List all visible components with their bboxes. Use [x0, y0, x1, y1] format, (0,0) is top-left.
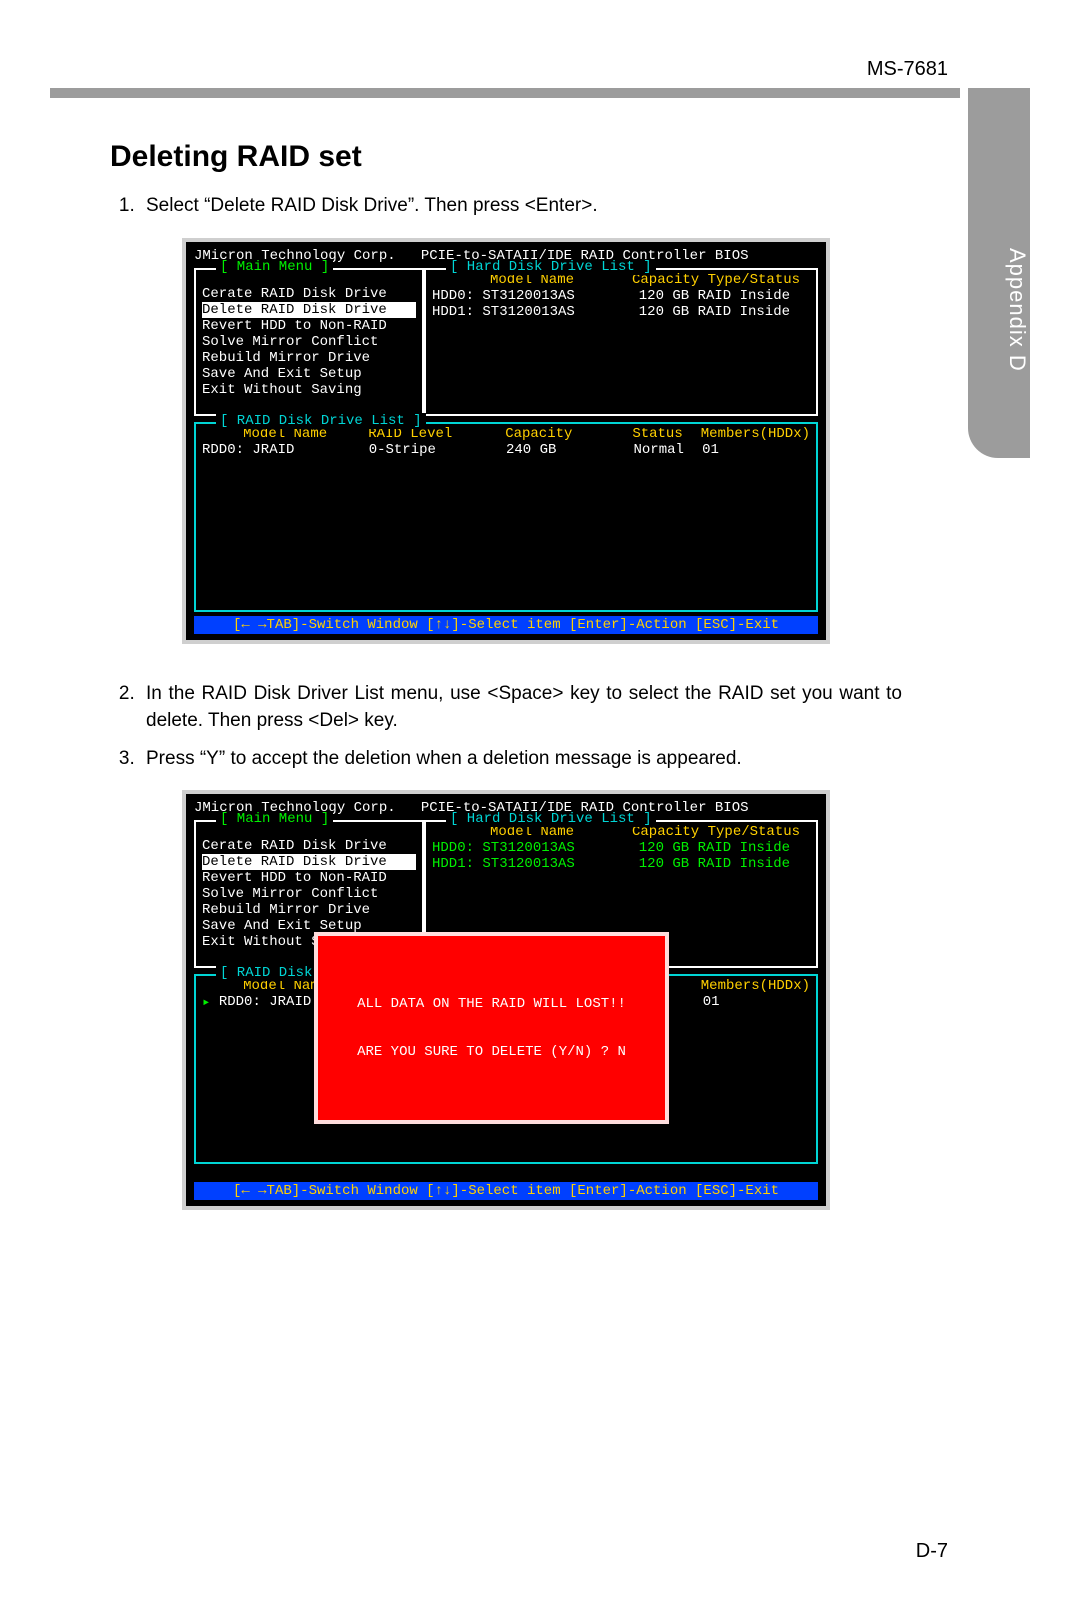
page-number: D-7 — [916, 1540, 948, 1563]
menu-item[interactable]: Save And Exit Setup — [202, 366, 416, 382]
menu-item[interactable]: Revert HDD to Non-RAID — [202, 318, 416, 334]
hdd-list-legend: [ Hard Disk Drive List ] — [446, 811, 656, 827]
appendix-tab: Appendix D — [968, 88, 1030, 458]
hdd-row-cap: 120 GB RAID Inside — [632, 856, 802, 872]
bios-screenshot-2: JMicron Technology Corp. PCIE-to-SATAII/… — [182, 790, 830, 1210]
hdd-row-model: HDD0: ST3120013AS — [432, 288, 632, 304]
helpbar: [← →TAB]-Switch Window [↑↓]-Select item … — [194, 616, 818, 634]
main-menu-panel: [ Main Menu ] Cerate RAID Disk Drive Del… — [194, 268, 424, 416]
doc-code: MS-7681 — [867, 58, 948, 81]
delete-confirm-dialog[interactable]: ALL DATA ON THE RAID WILL LOST!! ARE YOU… — [314, 932, 669, 1124]
step-2: In the RAID Disk Driver List menu, use <… — [140, 680, 902, 735]
raid-list-panel: [ RAID Disk Drive List ] Model Name RAID… — [194, 422, 818, 612]
select-arrow-icon: ▸ — [202, 994, 219, 1011]
raid-row-status: Normal — [633, 442, 702, 458]
raid-row-members: 01 — [702, 442, 810, 458]
confirm-line-1: ALL DATA ON THE RAID WILL LOST!! — [326, 996, 657, 1012]
menu-item[interactable]: Rebuild Mirror Drive — [202, 902, 416, 918]
menu-item[interactable]: Exit Without Saving — [202, 382, 416, 398]
raid-row-cap: 240 GB — [506, 442, 633, 458]
helpbar: [← →TAB]-Switch Window [↑↓]-Select item … — [194, 1182, 818, 1200]
hdd-row-cap: 120 GB RAID Inside — [632, 288, 802, 304]
hdd-row-cap: 120 GB RAID Inside — [632, 840, 802, 856]
hdd-row-cap: 120 GB RAID Inside — [632, 304, 802, 320]
step-1: Select “Delete RAID Disk Drive”. Then pr… — [140, 192, 902, 220]
hdd-row-model: HDD1: ST3120013AS — [432, 856, 632, 872]
menu-item[interactable]: Solve Mirror Conflict — [202, 886, 416, 902]
step-3: Press “Y” to accept the deletion when a … — [140, 745, 902, 773]
main-menu-legend: [ Main Menu ] — [216, 259, 333, 275]
menu-item-selected[interactable]: Delete RAID Disk Drive — [202, 854, 416, 870]
menu-item-selected[interactable]: Delete RAID Disk Drive — [202, 302, 416, 318]
hdd-list-legend: [ Hard Disk Drive List ] — [446, 259, 656, 275]
raid-h-members: Members(HDDx) — [701, 978, 810, 994]
main-menu-legend: [ Main Menu ] — [216, 811, 333, 827]
menu-item[interactable]: Cerate RAID Disk Drive — [202, 286, 416, 302]
header-rule — [50, 88, 960, 98]
step-list: Select “Delete RAID Disk Drive”. Then pr… — [110, 192, 902, 220]
bios-screenshot-1: JMicron Technology Corp. PCIE-to-SATAII/… — [182, 238, 830, 644]
raid-row-level: 0-Stripe — [369, 442, 506, 458]
confirm-line-2: ARE YOU SURE TO DELETE (Y/N) ? N — [326, 1044, 657, 1060]
menu-item[interactable]: Solve Mirror Conflict — [202, 334, 416, 350]
hdd-row-model: HDD1: ST3120013AS — [432, 304, 632, 320]
hdd-list-panel: [ Hard Disk Drive List ] Model Name Capa… — [424, 268, 818, 416]
page-content: Deleting RAID set Select “Delete RAID Di… — [110, 140, 902, 1246]
menu-item[interactable]: Rebuild Mirror Drive — [202, 350, 416, 366]
hdd-header-cap: Capacity Type/Status — [632, 272, 802, 288]
raid-h-cap: Capacity — [505, 426, 632, 442]
hdd-header-cap: Capacity Type/Status — [632, 824, 802, 840]
section-title: Deleting RAID set — [110, 140, 902, 174]
menu-item[interactable]: Cerate RAID Disk Drive — [202, 838, 416, 854]
step-list-2: In the RAID Disk Driver List menu, use <… — [110, 680, 902, 773]
raid-h-status: Status — [632, 426, 700, 442]
raid-row-model: RDD0: JRAID — [202, 442, 369, 458]
raid-h-members: Members(HDDx) — [701, 426, 810, 442]
hdd-row-model: HDD0: ST3120013AS — [432, 840, 632, 856]
menu-item[interactable]: Revert HDD to Non-RAID — [202, 870, 416, 886]
raid-row-members: 01 — [703, 994, 810, 1011]
raid-list-legend: [ RAID Disk Drive List ] — [216, 413, 426, 429]
